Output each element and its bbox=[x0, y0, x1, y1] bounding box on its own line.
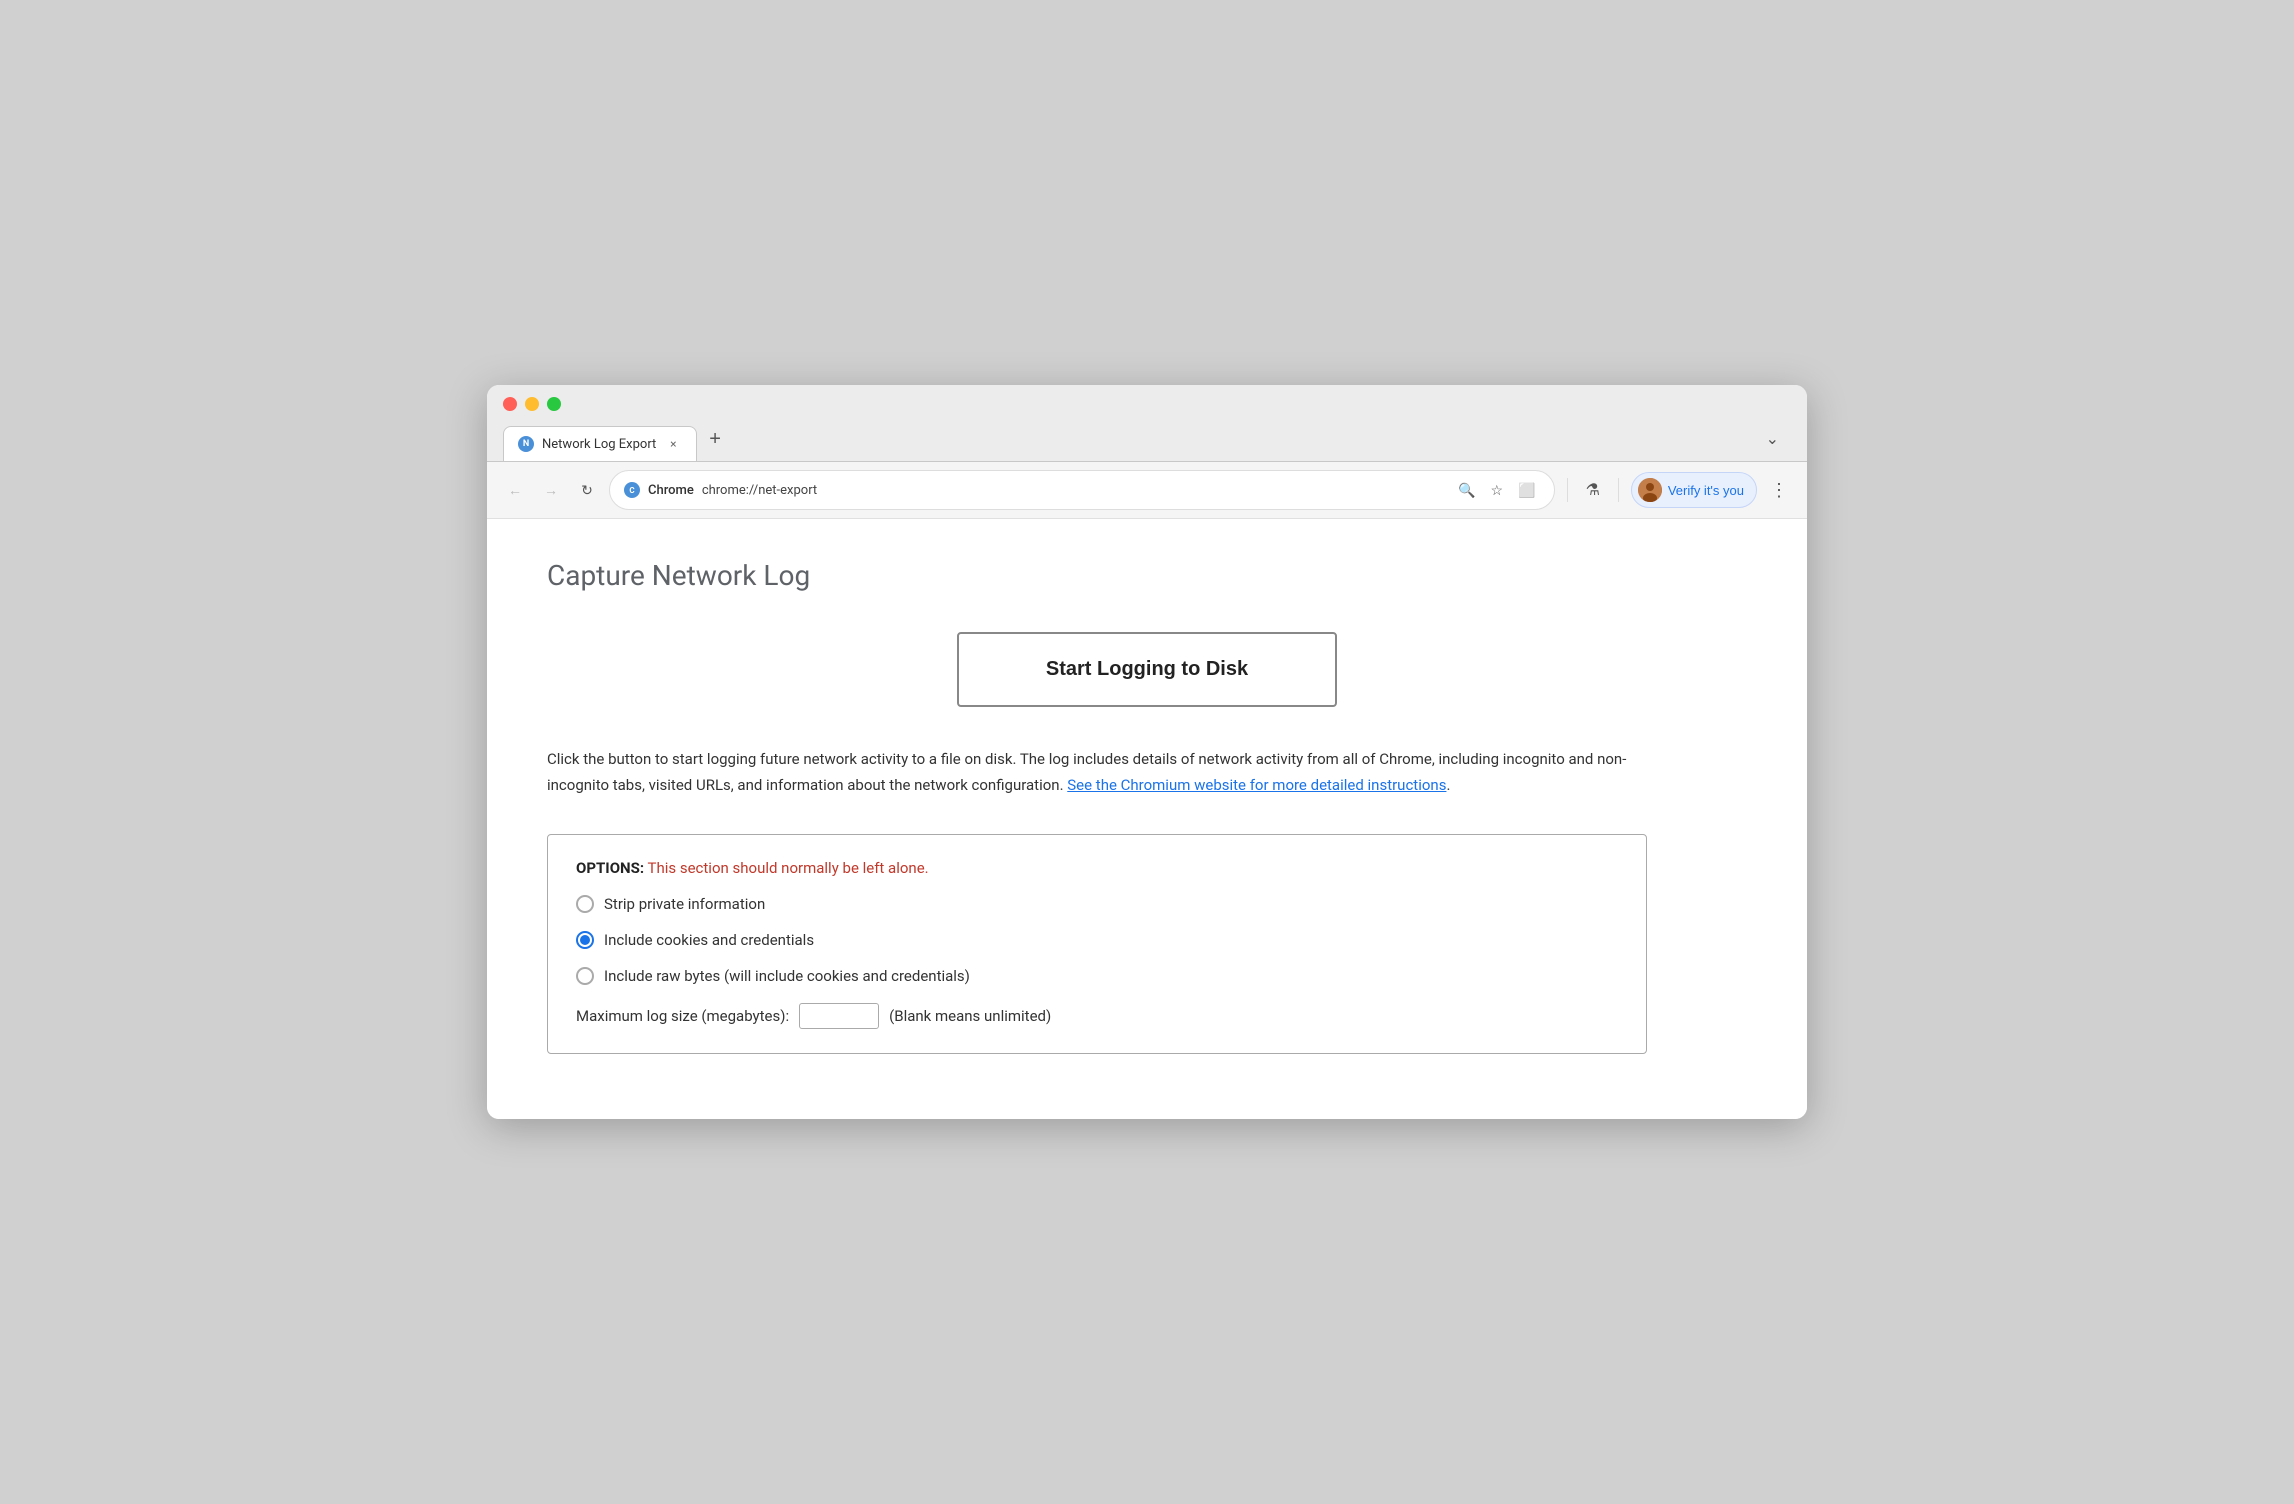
tabs-row: N Network Log Export × + ⌄ bbox=[503, 421, 1791, 461]
radio-2-label: Include cookies and credentials bbox=[604, 931, 814, 949]
verify-label: Verify it's you bbox=[1668, 483, 1744, 498]
options-header: OPTIONS: This section should normally be… bbox=[576, 859, 1618, 877]
max-log-label: Maximum log size (megabytes): bbox=[576, 1007, 789, 1025]
options-warning-label: This section should normally be left alo… bbox=[648, 859, 929, 877]
page-title: Capture Network Log bbox=[547, 559, 1747, 592]
radio-include-raw-bytes[interactable]: Include raw bytes (will include cookies … bbox=[576, 967, 1618, 985]
bookmark-icon[interactable]: ☆ bbox=[1484, 477, 1510, 503]
max-log-input[interactable] bbox=[799, 1003, 879, 1029]
options-box: OPTIONS: This section should normally be… bbox=[547, 834, 1647, 1054]
chrome-badge: Chrome bbox=[648, 483, 694, 498]
extension-icon[interactable]: ⬜ bbox=[1514, 477, 1540, 503]
address-bar[interactable]: C Chrome chrome://net-export 🔍 ☆ ⬜ bbox=[609, 470, 1555, 510]
radio-include-cookies[interactable]: Include cookies and credentials bbox=[576, 931, 1618, 949]
user-avatar bbox=[1638, 478, 1662, 502]
url-display: chrome://net-export bbox=[702, 483, 1446, 498]
back-button[interactable]: ← bbox=[501, 476, 529, 504]
maximize-button[interactable] bbox=[547, 397, 561, 411]
verify-button[interactable]: Verify it's you bbox=[1631, 472, 1757, 508]
radio-3-label: Include raw bytes (will include cookies … bbox=[604, 967, 970, 985]
new-tab-button[interactable]: + bbox=[697, 421, 733, 457]
max-log-hint: (Blank means unlimited) bbox=[889, 1007, 1051, 1025]
title-bar: N Network Log Export × + ⌄ bbox=[487, 385, 1807, 462]
lab-icon[interactable]: ⚗ bbox=[1580, 477, 1606, 503]
reload-button[interactable]: ↻ bbox=[573, 476, 601, 504]
active-tab[interactable]: N Network Log Export × bbox=[503, 426, 697, 461]
description-text-2: . bbox=[1446, 776, 1450, 794]
tab-favicon-icon: N bbox=[518, 436, 534, 452]
traffic-lights bbox=[503, 397, 1791, 411]
tab-close-button[interactable]: × bbox=[664, 435, 682, 453]
page-content: Capture Network Log Start Logging to Dis… bbox=[487, 519, 1807, 1119]
nav-divider-2 bbox=[1618, 478, 1619, 502]
more-menu-button[interactable]: ⋮ bbox=[1765, 476, 1793, 504]
navigation-bar: ← → ↻ C Chrome chrome://net-export 🔍 ☆ ⬜… bbox=[487, 462, 1807, 519]
address-favicon-icon: C bbox=[624, 482, 640, 498]
options-bold-label: OPTIONS: bbox=[576, 859, 644, 877]
close-button[interactable] bbox=[503, 397, 517, 411]
max-log-row: Maximum log size (megabytes): (Blank mea… bbox=[576, 1003, 1618, 1029]
address-actions: 🔍 ☆ ⬜ bbox=[1454, 477, 1540, 503]
radio-circle-2 bbox=[576, 931, 594, 949]
start-logging-button[interactable]: Start Logging to Disk bbox=[957, 632, 1337, 707]
minimize-button[interactable] bbox=[525, 397, 539, 411]
radio-strip-private[interactable]: Strip private information bbox=[576, 895, 1618, 913]
forward-button[interactable]: → bbox=[537, 476, 565, 504]
start-button-container: Start Logging to Disk bbox=[547, 632, 1747, 707]
page-description: Click the button to start logging future… bbox=[547, 747, 1647, 798]
nav-divider bbox=[1567, 478, 1568, 502]
tab-dropdown-button[interactable]: ⌄ bbox=[1754, 421, 1791, 457]
tab-title: Network Log Export bbox=[542, 437, 656, 452]
browser-window: N Network Log Export × + ⌄ ← → ↻ C Chrom… bbox=[487, 385, 1807, 1119]
radio-circle-1 bbox=[576, 895, 594, 913]
search-icon[interactable]: 🔍 bbox=[1454, 477, 1480, 503]
chromium-link[interactable]: See the Chromium website for more detail… bbox=[1067, 776, 1446, 794]
radio-1-label: Strip private information bbox=[604, 895, 765, 913]
radio-circle-3 bbox=[576, 967, 594, 985]
